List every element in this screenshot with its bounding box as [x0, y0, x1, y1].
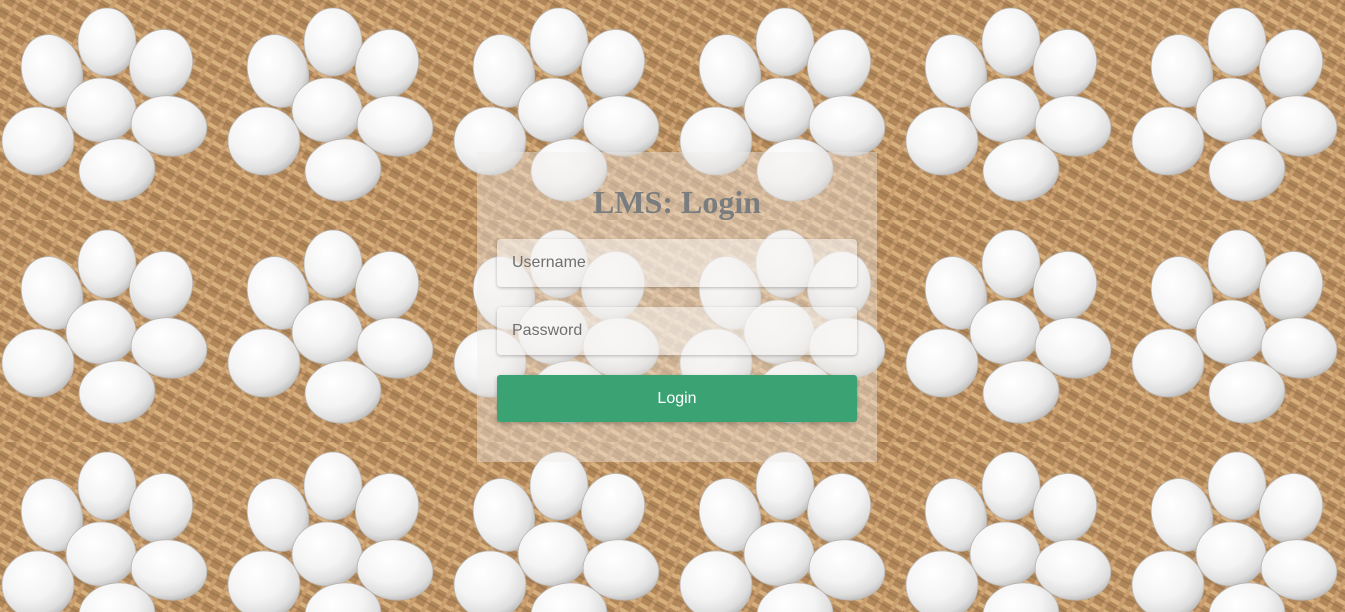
login-button[interactable]: Login: [497, 375, 857, 422]
username-input[interactable]: [497, 239, 857, 287]
page-title: LMS: Login: [592, 184, 762, 220]
password-input[interactable]: [497, 307, 857, 355]
login-panel: LMS: Login Login: [477, 152, 877, 462]
